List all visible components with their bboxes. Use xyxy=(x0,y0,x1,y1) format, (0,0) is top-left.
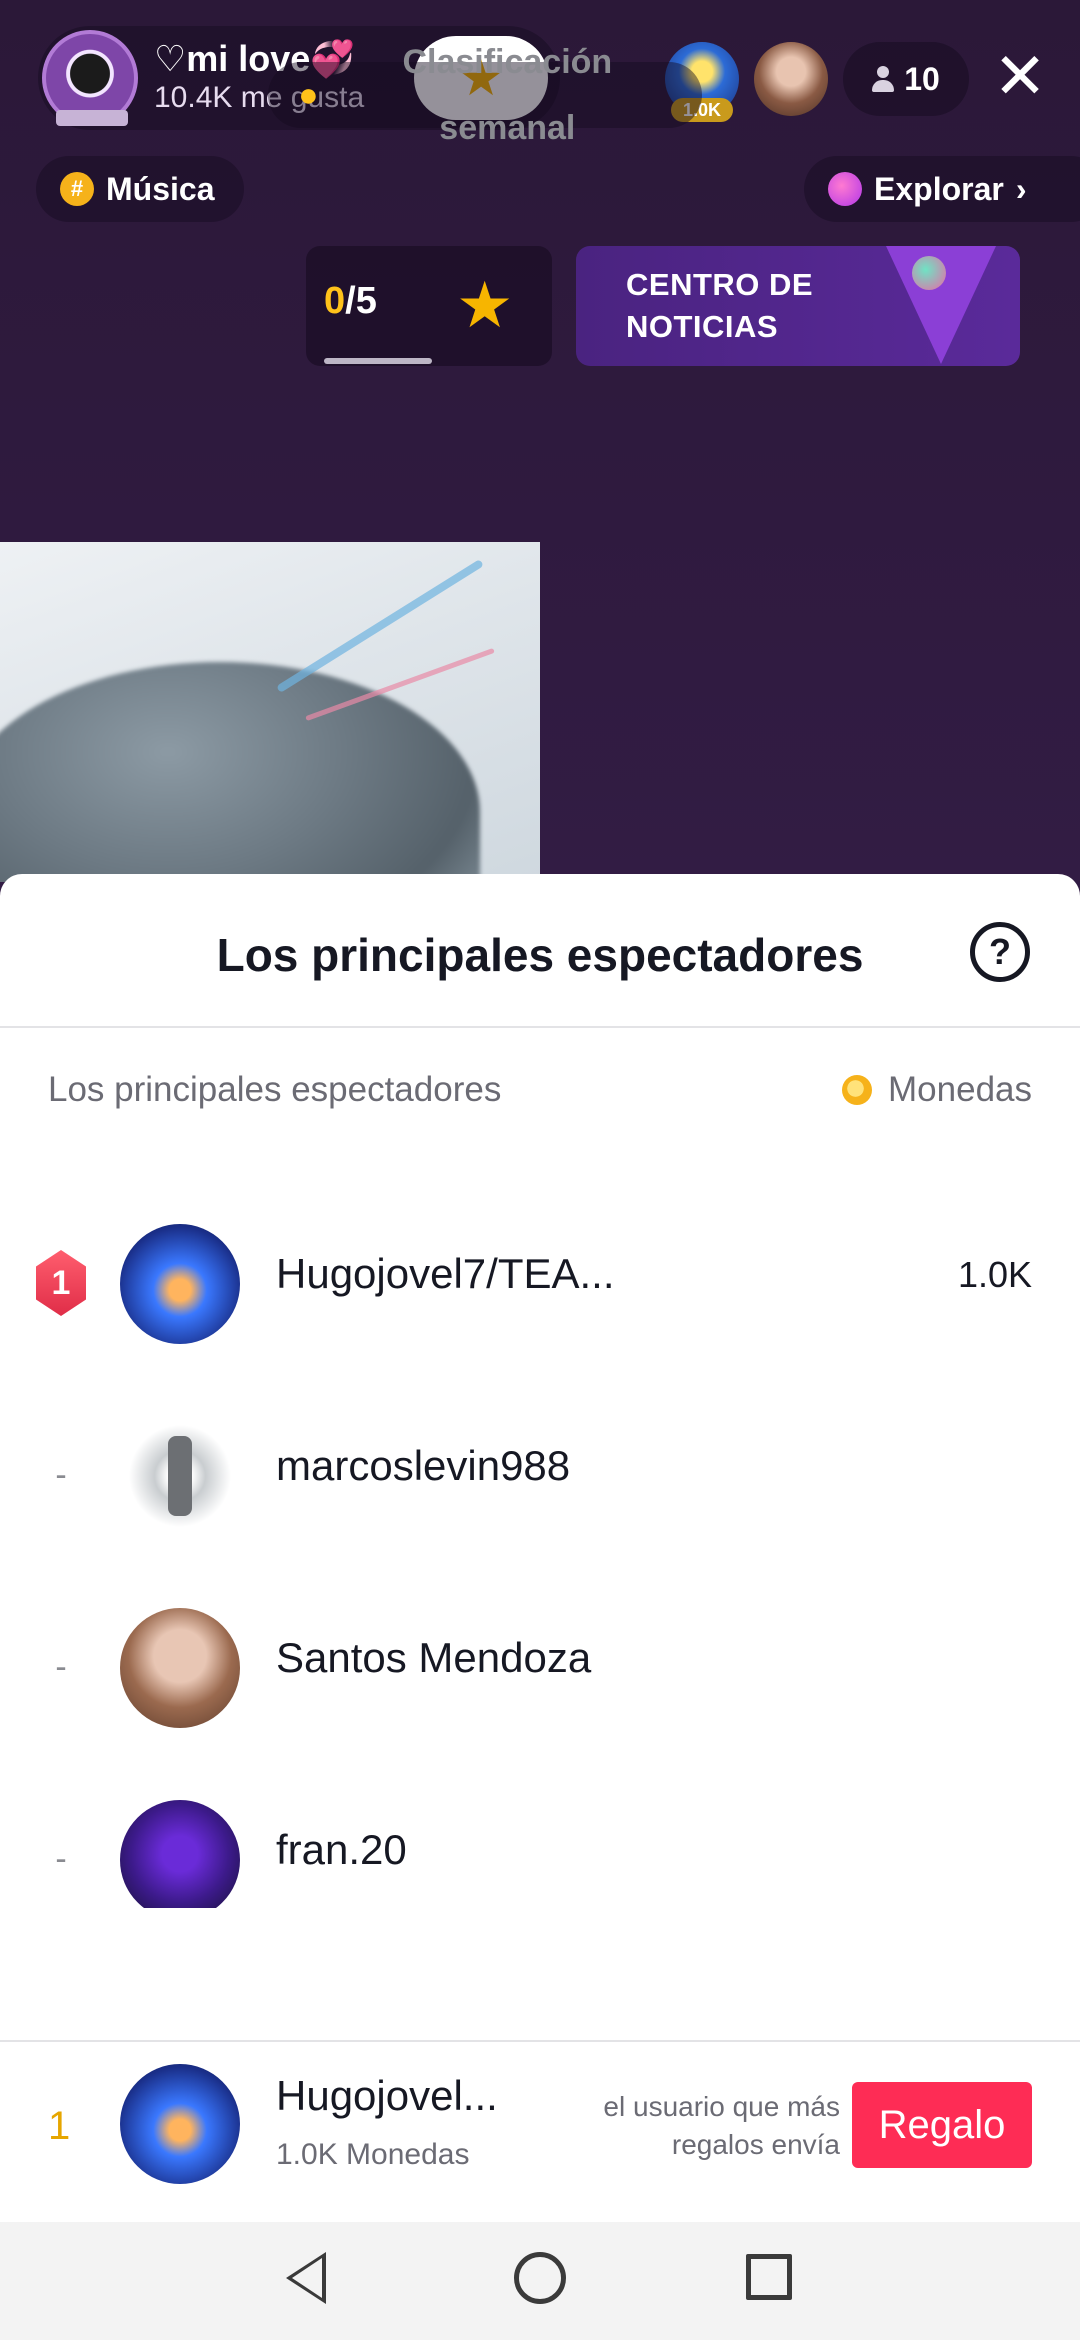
video-subject xyxy=(0,662,480,882)
coin-icon xyxy=(842,1075,873,1105)
top-viewer-avatar-2[interactable] xyxy=(754,42,828,116)
divider xyxy=(0,1026,1080,1028)
help-icon[interactable]: ? xyxy=(970,922,1030,982)
my-name: Hugojovel... xyxy=(276,2072,498,2119)
laurel-badge-icon xyxy=(56,110,128,126)
news-center-title: CENTRO DE NOTICIAS xyxy=(626,267,814,344)
chip-weekly-ranking[interactable]: ● Clasificación semanal xyxy=(268,43,702,147)
viewer-name: fran.20 xyxy=(276,1826,407,1873)
chip-music[interactable]: # Música xyxy=(36,156,244,222)
list-item[interactable]: - marcoslevin988 xyxy=(0,1380,1080,1572)
person-icon xyxy=(872,66,895,92)
viewer-name: marcoslevin988 xyxy=(276,1442,571,1489)
avatar[interactable] xyxy=(120,1224,240,1344)
divider xyxy=(0,2040,1080,2042)
viewer-name: Santos Mendoza xyxy=(276,1634,592,1681)
gift-button[interactable]: Regalo xyxy=(852,2082,1032,2168)
goal-progress-box[interactable]: 0/5 ★ xyxy=(306,246,552,366)
list-item[interactable]: 1 Hugojovel7/TEA... 1.0K xyxy=(0,1188,1080,1380)
column-header-coins: Monedas xyxy=(842,1070,1032,1110)
column-header-viewers: Los principales espectadores xyxy=(48,1070,502,1109)
goal-current: 0 xyxy=(324,280,346,322)
chip-ranking-label: Clasificación semanal xyxy=(402,43,613,147)
chip-explore-label: Explorar xyxy=(874,170,1004,207)
planet-icon xyxy=(828,172,862,206)
flame-icon: ● xyxy=(298,76,319,114)
top-gifter-note: el usuario que más regalos envía xyxy=(603,2091,840,2160)
goal-progress-text: 0/5 xyxy=(324,280,377,323)
my-coins: 1.0K Monedas xyxy=(276,2138,470,2171)
sheet-title: Los principales espectadores xyxy=(216,929,864,981)
rank-label: - xyxy=(55,1648,67,1686)
viewer-count-value: 10 xyxy=(904,60,940,97)
avatar[interactable] xyxy=(120,2064,240,2184)
system-nav-bar xyxy=(0,2222,1080,2340)
avatar[interactable] xyxy=(120,1416,240,1536)
viewer-list: 1 Hugojovel7/TEA... 1.0K - marcoslevin98… xyxy=(0,1188,1080,1908)
news-center-banner[interactable]: CENTRO DE NOTICIAS xyxy=(576,246,1020,366)
viewer-count-button[interactable]: 10 xyxy=(843,42,969,116)
host-avatar[interactable] xyxy=(42,30,138,126)
top-viewers-sheet: Los principales espectadores ? Los princ… xyxy=(0,874,1080,2340)
goal-total: /5 xyxy=(345,280,377,322)
camera-video-tile xyxy=(0,542,540,882)
avatar[interactable] xyxy=(120,1800,240,1908)
back-icon[interactable] xyxy=(286,2252,326,2304)
list-item[interactable]: - fran.20 xyxy=(0,1764,1080,1908)
home-icon[interactable] xyxy=(514,2252,566,2304)
column-header-coins-label: Monedas xyxy=(888,1070,1032,1109)
video-decoration xyxy=(276,559,484,693)
avatar[interactable] xyxy=(120,1608,240,1728)
chevron-right-icon: › xyxy=(1015,170,1027,207)
list-item[interactable]: - Santos Mendoza xyxy=(0,1572,1080,1764)
viewer-coins: 1.0K xyxy=(957,1254,1032,1295)
rank-label: - xyxy=(55,1840,67,1878)
chip-explore[interactable]: Explorar › xyxy=(804,156,1080,222)
rank-label: - xyxy=(55,1456,67,1494)
hashtag-icon: # xyxy=(60,172,94,206)
rank-badge: 1 xyxy=(36,1250,86,1316)
star-icon: ★ xyxy=(456,269,514,341)
chip-music-label: Música xyxy=(106,170,215,207)
my-rank: 1 xyxy=(48,2104,71,2148)
recent-apps-icon[interactable] xyxy=(746,2254,792,2300)
confetti-icon xyxy=(912,256,946,290)
viewer-name: Hugojovel7/TEA... xyxy=(276,1250,615,1297)
close-icon[interactable]: ✕ xyxy=(990,36,1050,116)
goal-progress-bar xyxy=(324,358,432,364)
